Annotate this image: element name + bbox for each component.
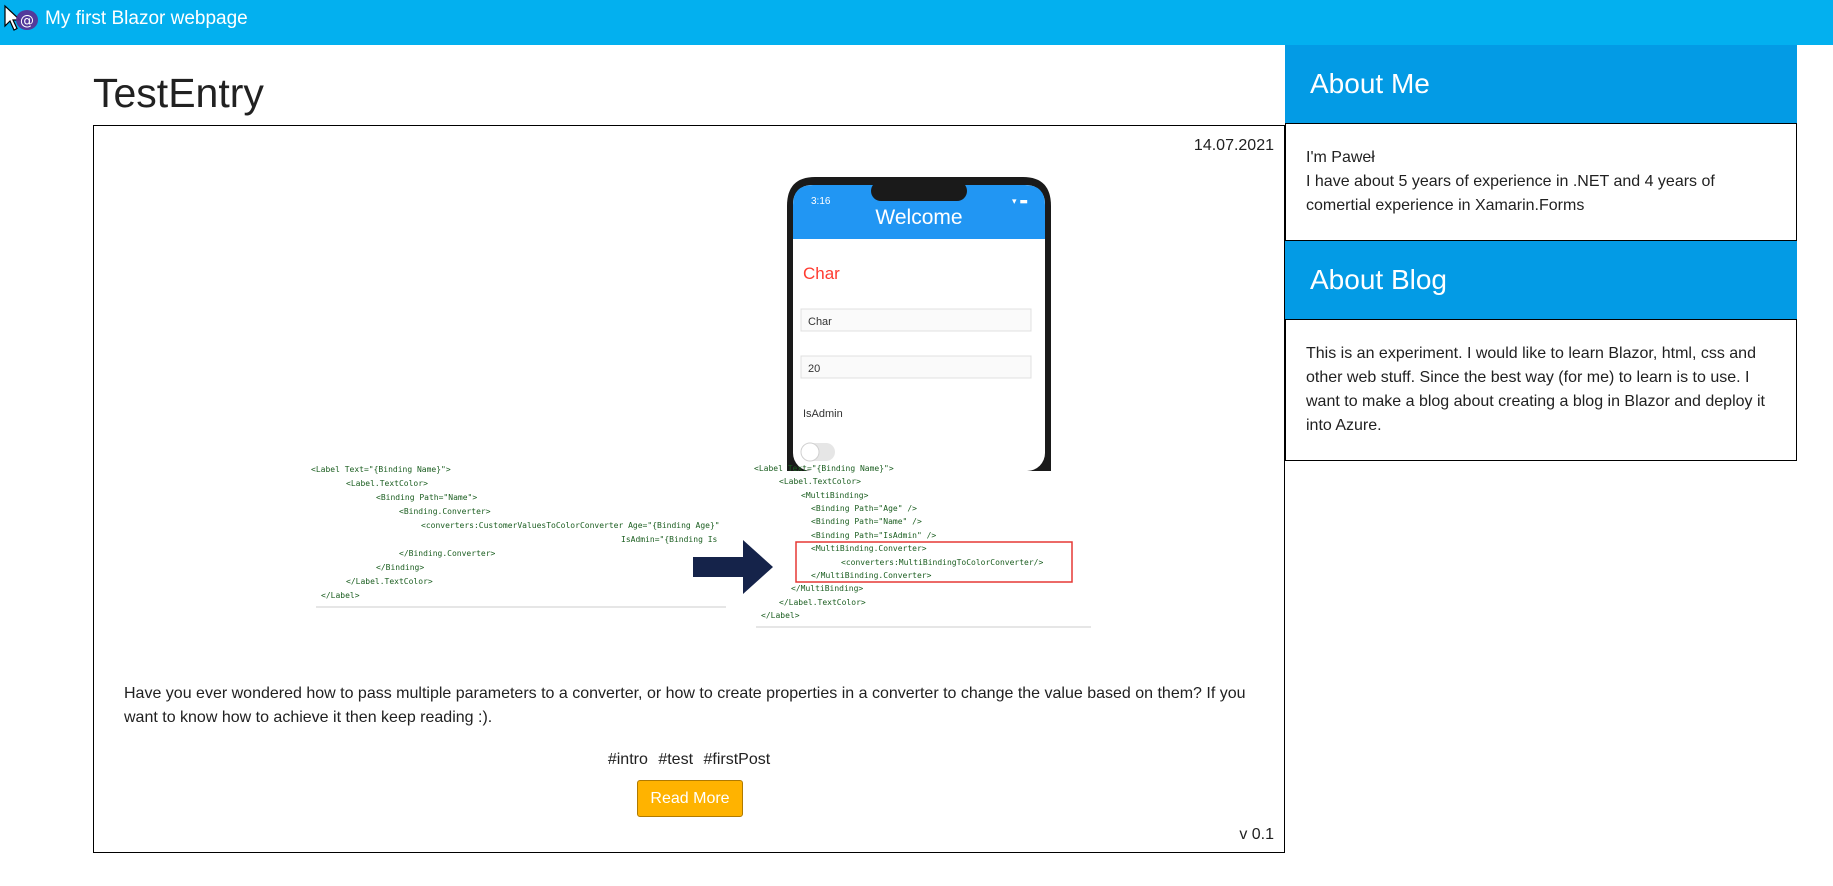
code-line: </Label> <box>761 611 800 620</box>
code-line: IsAdmin="{Binding Is <box>621 535 718 544</box>
code-snippet-after: <Label Text="{Binding Name}"> <Label.Tex… <box>754 464 1091 628</box>
about-me-body: I'm Paweł I have about 5 years of experi… <box>1285 123 1797 241</box>
code-line: <converters:MultiBindingToColorConverter… <box>841 558 1043 567</box>
about-me-header: About Me <box>1285 45 1797 123</box>
code-line: </Binding> <box>376 563 424 572</box>
about-me-greeting: I'm Paweł <box>1306 149 1375 166</box>
code-line: <Label.TextColor> <box>779 477 861 486</box>
code-line: <Binding Path="Name"> <box>376 493 477 502</box>
post-excerpt: Have you ever wondered how to pass multi… <box>124 685 1246 726</box>
phone-welcome: Welcome <box>875 206 962 229</box>
svg-text:@: @ <box>20 13 34 29</box>
phone-entry-age: 20 <box>808 363 820 375</box>
code-line: <MultiBinding.Converter> <box>811 544 927 553</box>
post-title: TestEntry <box>93 70 264 116</box>
code-line: <Label Text="{Binding Name}"> <box>754 464 894 473</box>
site-title[interactable]: My first Blazor webpage <box>45 8 248 30</box>
code-line: <Binding Path="Age" /> <box>811 504 917 513</box>
phone-entry-name: Char <box>808 316 832 328</box>
version-label: v 0.1 <box>1239 826 1274 843</box>
code-line: <Label.TextColor> <box>346 479 428 488</box>
tag-test[interactable]: #test <box>658 751 693 768</box>
phone-isadmin-label: IsAdmin <box>803 408 843 420</box>
blazor-logo-icon[interactable]: @ <box>3 4 39 34</box>
post-date: 14.07.2021 <box>1193 137 1274 154</box>
code-line: <Binding Path="Name" /> <box>811 517 922 526</box>
tag-firstpost[interactable]: #firstPost <box>703 751 770 768</box>
sidebar: About Me I'm Paweł I have about 5 years … <box>1285 45 1797 461</box>
code-line: </Label.TextColor> <box>346 577 433 586</box>
code-line: <Binding.Converter> <box>399 507 491 516</box>
code-line: </Binding.Converter> <box>399 549 496 558</box>
post-cover-image: 3:16 ▾ ▬ Welcome Char Char 20 IsAdmin <L… <box>311 171 1091 628</box>
top-navbar: @ My first Blazor webpage <box>0 0 1833 45</box>
code-line: <Binding Path="IsAdmin" /> <box>811 531 936 540</box>
about-blog-header: About Blog <box>1285 241 1797 319</box>
about-blog-body: This is an experiment. I would like to l… <box>1285 319 1797 461</box>
svg-text:▾ ▬: ▾ ▬ <box>1012 197 1028 207</box>
code-line: <Label Text="{Binding Name}"> <box>311 465 451 474</box>
code-line: </Label.TextColor> <box>779 598 866 607</box>
phone-time: 3:16 <box>811 196 831 207</box>
code-line: </MultiBinding.Converter> <box>811 571 932 580</box>
phone-char-heading: Char <box>803 264 840 283</box>
code-snippet-before: <Label Text="{Binding Name}"> <Label.Tex… <box>311 465 726 608</box>
post-card: 14.07.2021 3:16 ▾ ▬ Welcome Char Char 20… <box>93 125 1285 853</box>
about-me-experience: I have about 5 years of experience in .N… <box>1306 173 1715 214</box>
code-line: </MultiBinding> <box>791 584 863 593</box>
code-line: </Label> <box>321 591 360 600</box>
arrow-right-icon <box>693 540 773 594</box>
post-tags: #intro #test #firstPost <box>94 751 1284 769</box>
phone-screenshot: 3:16 ▾ ▬ Welcome Char Char 20 IsAdmin <box>781 171 1051 471</box>
tag-intro[interactable]: #intro <box>608 751 648 768</box>
read-more-button[interactable]: Read More <box>637 780 743 817</box>
code-line: <converters:CustomerValuesToColorConvert… <box>421 521 720 530</box>
code-line: <MultiBinding> <box>801 491 869 500</box>
